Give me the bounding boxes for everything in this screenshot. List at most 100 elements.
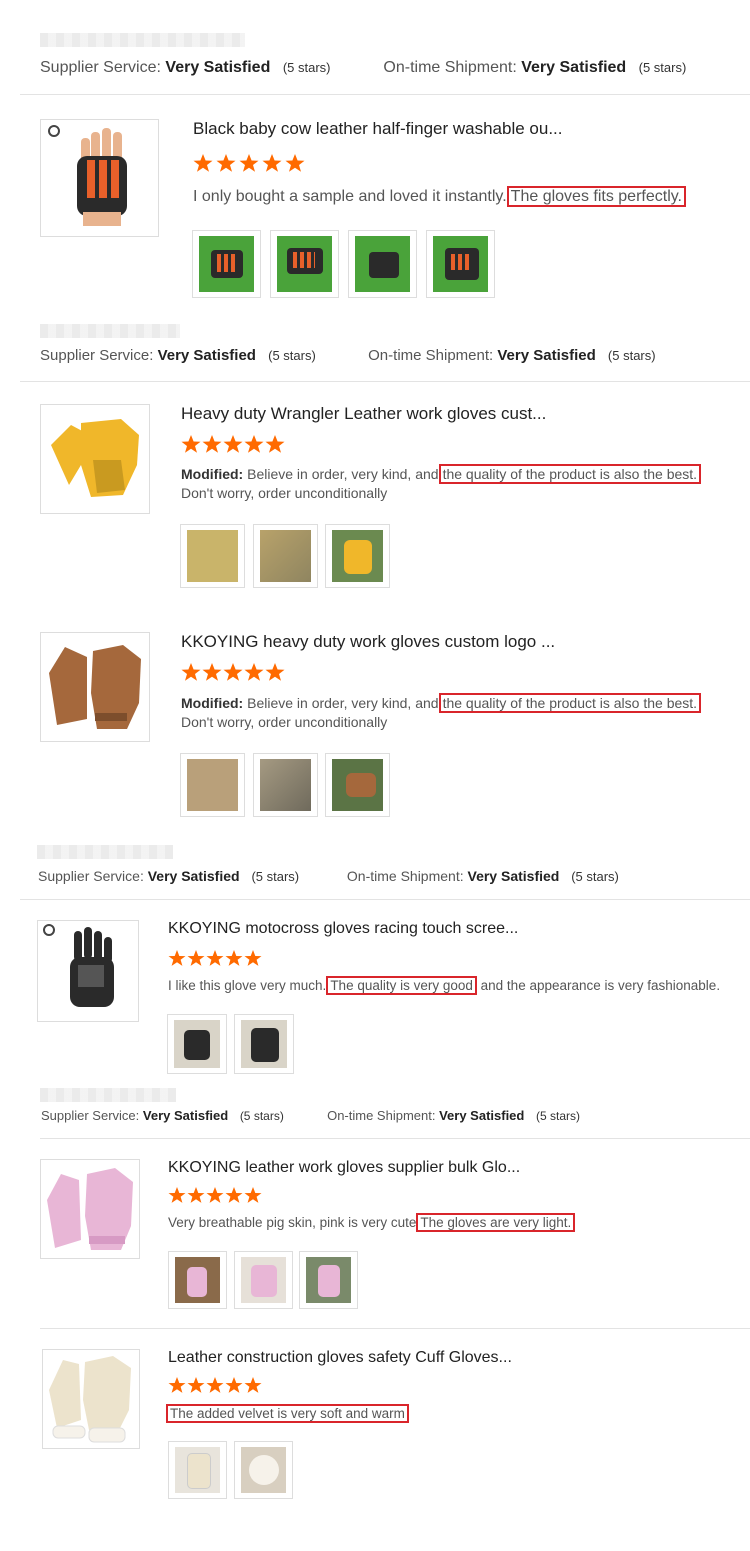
blurred-username — [40, 33, 245, 47]
review-photo[interactable] — [299, 1251, 358, 1309]
shipment-value: Very Satisfied — [439, 1108, 525, 1123]
supplier-rating-row: Supplier Service: Very Satisfied (5 star… — [40, 347, 656, 364]
shipment-label: On-time Shipment: — [383, 59, 517, 76]
review-text-plain: I only bought a sample and loved it inst… — [193, 188, 507, 205]
star-icon — [181, 435, 201, 453]
supplier-service-stars: (5 stars) — [282, 60, 331, 75]
star-icon — [244, 663, 264, 681]
five-star-icons — [168, 950, 262, 966]
supplier-rating-row: Supplier Service: Very Satisfied (5 star… — [38, 868, 619, 884]
supplier-rating-row: Supplier Service: Very Satisfied (5 star… — [40, 59, 686, 77]
review-photo[interactable] — [426, 230, 495, 298]
product-image[interactable] — [37, 920, 139, 1022]
product-title[interactable]: KKOYING heavy duty work gloves custom lo… — [181, 632, 555, 652]
review-photo[interactable] — [168, 1441, 227, 1499]
supplier-service-stars: (5 stars) — [251, 869, 300, 884]
review-text-after: Don't worry, order unconditionally — [181, 485, 388, 501]
five-star-icons — [181, 435, 285, 453]
product-title[interactable]: Black baby cow leather half-finger washa… — [193, 119, 562, 139]
five-star-icons — [168, 1377, 262, 1393]
review-photo[interactable] — [270, 230, 339, 298]
product-title[interactable]: Heavy duty Wrangler Leather work gloves … — [181, 404, 546, 424]
star-icon — [206, 950, 224, 966]
star-icon — [202, 435, 222, 453]
star-icon — [187, 1187, 205, 1203]
supplier-service-stars: (5 stars) — [239, 1109, 284, 1123]
supplier-service-label: Supplier Service: — [40, 347, 154, 364]
half-finger-glove-image — [48, 125, 127, 226]
shipment-value: Very Satisfied — [521, 59, 627, 76]
review-text-highlight: The added velvet is very soft and warm — [166, 1404, 409, 1423]
review-text-highlight: The gloves are very light. — [416, 1213, 576, 1232]
star-icon — [202, 663, 222, 681]
rating-stars — [168, 1376, 268, 1398]
review-photo[interactable] — [192, 230, 261, 298]
star-icon — [193, 154, 213, 172]
star-icon — [225, 1187, 243, 1203]
supplier-service-value: Very Satisfied — [142, 1108, 229, 1123]
review-photo[interactable] — [168, 1251, 227, 1309]
product-image[interactable] — [42, 1349, 140, 1449]
cream-velvet-glove-image — [49, 1356, 131, 1443]
brown-leather-glove-image — [49, 645, 141, 729]
star-icon — [244, 1187, 262, 1203]
review-photo[interactable] — [167, 1014, 227, 1074]
star-icon — [265, 663, 285, 681]
five-star-icons — [168, 1187, 262, 1203]
star-icon — [285, 154, 305, 172]
review-photo[interactable] — [180, 753, 245, 817]
modified-label: Modified: — [181, 466, 244, 482]
review-photo[interactable] — [348, 230, 417, 298]
star-icon — [244, 435, 264, 453]
divider — [40, 1328, 750, 1329]
supplier-service-label: Supplier Service: — [38, 868, 144, 884]
review-text-highlight: the quality of the product is also the b… — [438, 693, 702, 713]
review-photo[interactable] — [234, 1014, 294, 1074]
star-icon — [206, 1377, 224, 1393]
supplier-service-value: Very Satisfied — [147, 868, 240, 884]
review-photo[interactable] — [253, 524, 318, 588]
review-text: Modified: Believe in order, very kind, a… — [181, 464, 741, 503]
rating-stars — [168, 949, 268, 971]
divider — [20, 899, 750, 900]
star-icon — [168, 1187, 186, 1203]
product-image[interactable] — [40, 1159, 140, 1259]
rating-stars — [181, 662, 296, 684]
product-title[interactable]: Leather construction gloves safety Cuff … — [168, 1349, 512, 1367]
five-star-icons — [193, 154, 305, 172]
star-icon — [262, 154, 282, 172]
motocross-glove-image — [43, 924, 114, 1007]
star-icon — [225, 1377, 243, 1393]
product-image[interactable] — [40, 119, 159, 237]
shipment-stars: (5 stars) — [638, 60, 687, 75]
review-photo[interactable] — [234, 1251, 293, 1309]
blurred-username — [40, 1088, 176, 1102]
five-star-icons — [181, 663, 285, 681]
pink-leather-glove-image — [47, 1168, 133, 1250]
shipment-value: Very Satisfied — [467, 868, 560, 884]
yellow-leather-glove-image — [51, 419, 139, 497]
blurred-username — [37, 845, 173, 859]
review-photo[interactable] — [325, 753, 390, 817]
review-photo[interactable] — [234, 1441, 293, 1499]
divider — [20, 94, 750, 95]
review-photo[interactable] — [253, 753, 318, 817]
product-title[interactable]: KKOYING leather work gloves supplier bul… — [168, 1159, 520, 1177]
review-text-plain: Believe in order, very kind, and — [247, 695, 439, 711]
review-photo[interactable] — [180, 524, 245, 588]
divider — [40, 1138, 750, 1139]
review-text: I only bought a sample and loved it inst… — [193, 186, 733, 207]
review-photo[interactable] — [325, 524, 390, 588]
supplier-rating-row: Supplier Service: Very Satisfied (5 star… — [41, 1108, 580, 1123]
product-title[interactable]: KKOYING motocross gloves racing touch sc… — [168, 920, 518, 938]
shipment-label: On-time Shipment: — [346, 868, 464, 884]
product-image[interactable] — [40, 404, 150, 514]
shipment-stars: (5 stars) — [607, 348, 656, 363]
product-image[interactable] — [40, 632, 150, 742]
star-icon — [244, 950, 262, 966]
review-text-plain: Believe in order, very kind, and — [247, 466, 439, 482]
supplier-service-stars: (5 stars) — [268, 348, 316, 363]
blurred-username — [40, 324, 180, 338]
review-text-highlight: The gloves fits perfectly. — [506, 186, 686, 207]
shipment-label: On-time Shipment: — [368, 347, 494, 364]
